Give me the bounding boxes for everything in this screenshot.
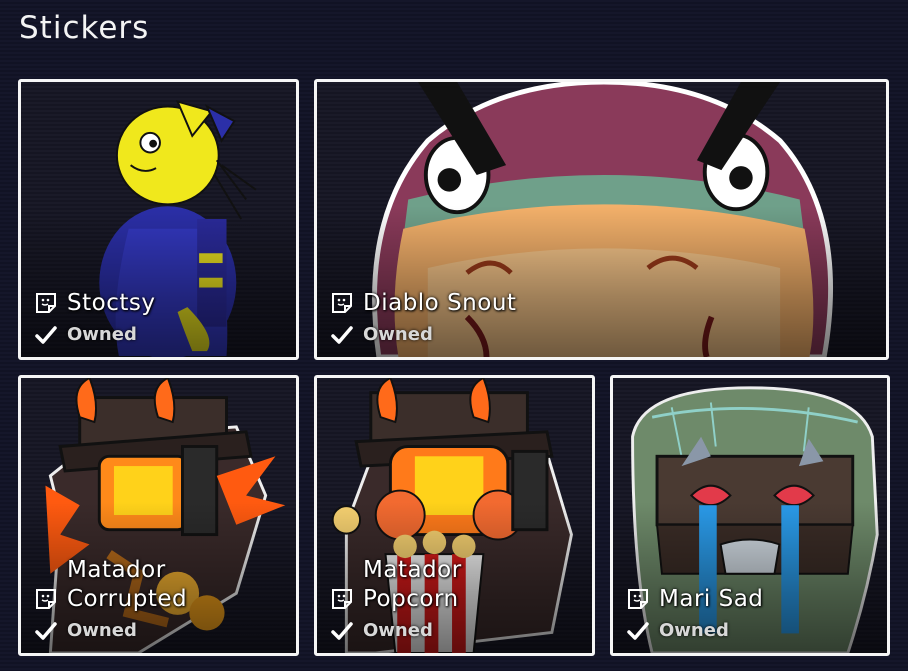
checkmark-icon [331,325,353,344]
checkmark-icon [627,621,649,640]
sticker-card-mari-sad[interactable]: Mari Sad Owned [610,375,890,656]
sticker-icon [36,589,56,609]
page-title: Stickers [19,10,150,46]
sticker-name: Stoctsy [67,290,156,316]
sticker-name: Diablo Snout [363,290,517,316]
sticker-card-diablo-snout[interactable]: Diablo Snout Owned [314,79,889,360]
checkmark-icon [331,621,353,640]
owned-status: Owned [67,620,137,641]
checkmark-icon [35,621,57,640]
sticker-card-matador-corrupted[interactable]: Matador Corrupted Owned [18,375,299,656]
sticker-icon [332,589,352,609]
sticker-icon [628,589,648,609]
owned-status: Owned [363,620,433,641]
sticker-card-matador-popcorn[interactable]: Matador Popcorn Owned [314,375,595,656]
sticker-icon [332,293,352,313]
sticker-name: Matador Corrupted [67,557,188,612]
sticker-name: Matador Popcorn [363,557,462,612]
sticker-name: Mari Sad [659,586,764,612]
sticker-icon [36,293,56,313]
owned-status: Owned [363,324,433,345]
checkmark-icon [35,325,57,344]
owned-status: Owned [659,620,729,641]
owned-status: Owned [67,324,137,345]
sticker-card-stoctsy[interactable]: Stoctsy Owned [18,79,299,360]
